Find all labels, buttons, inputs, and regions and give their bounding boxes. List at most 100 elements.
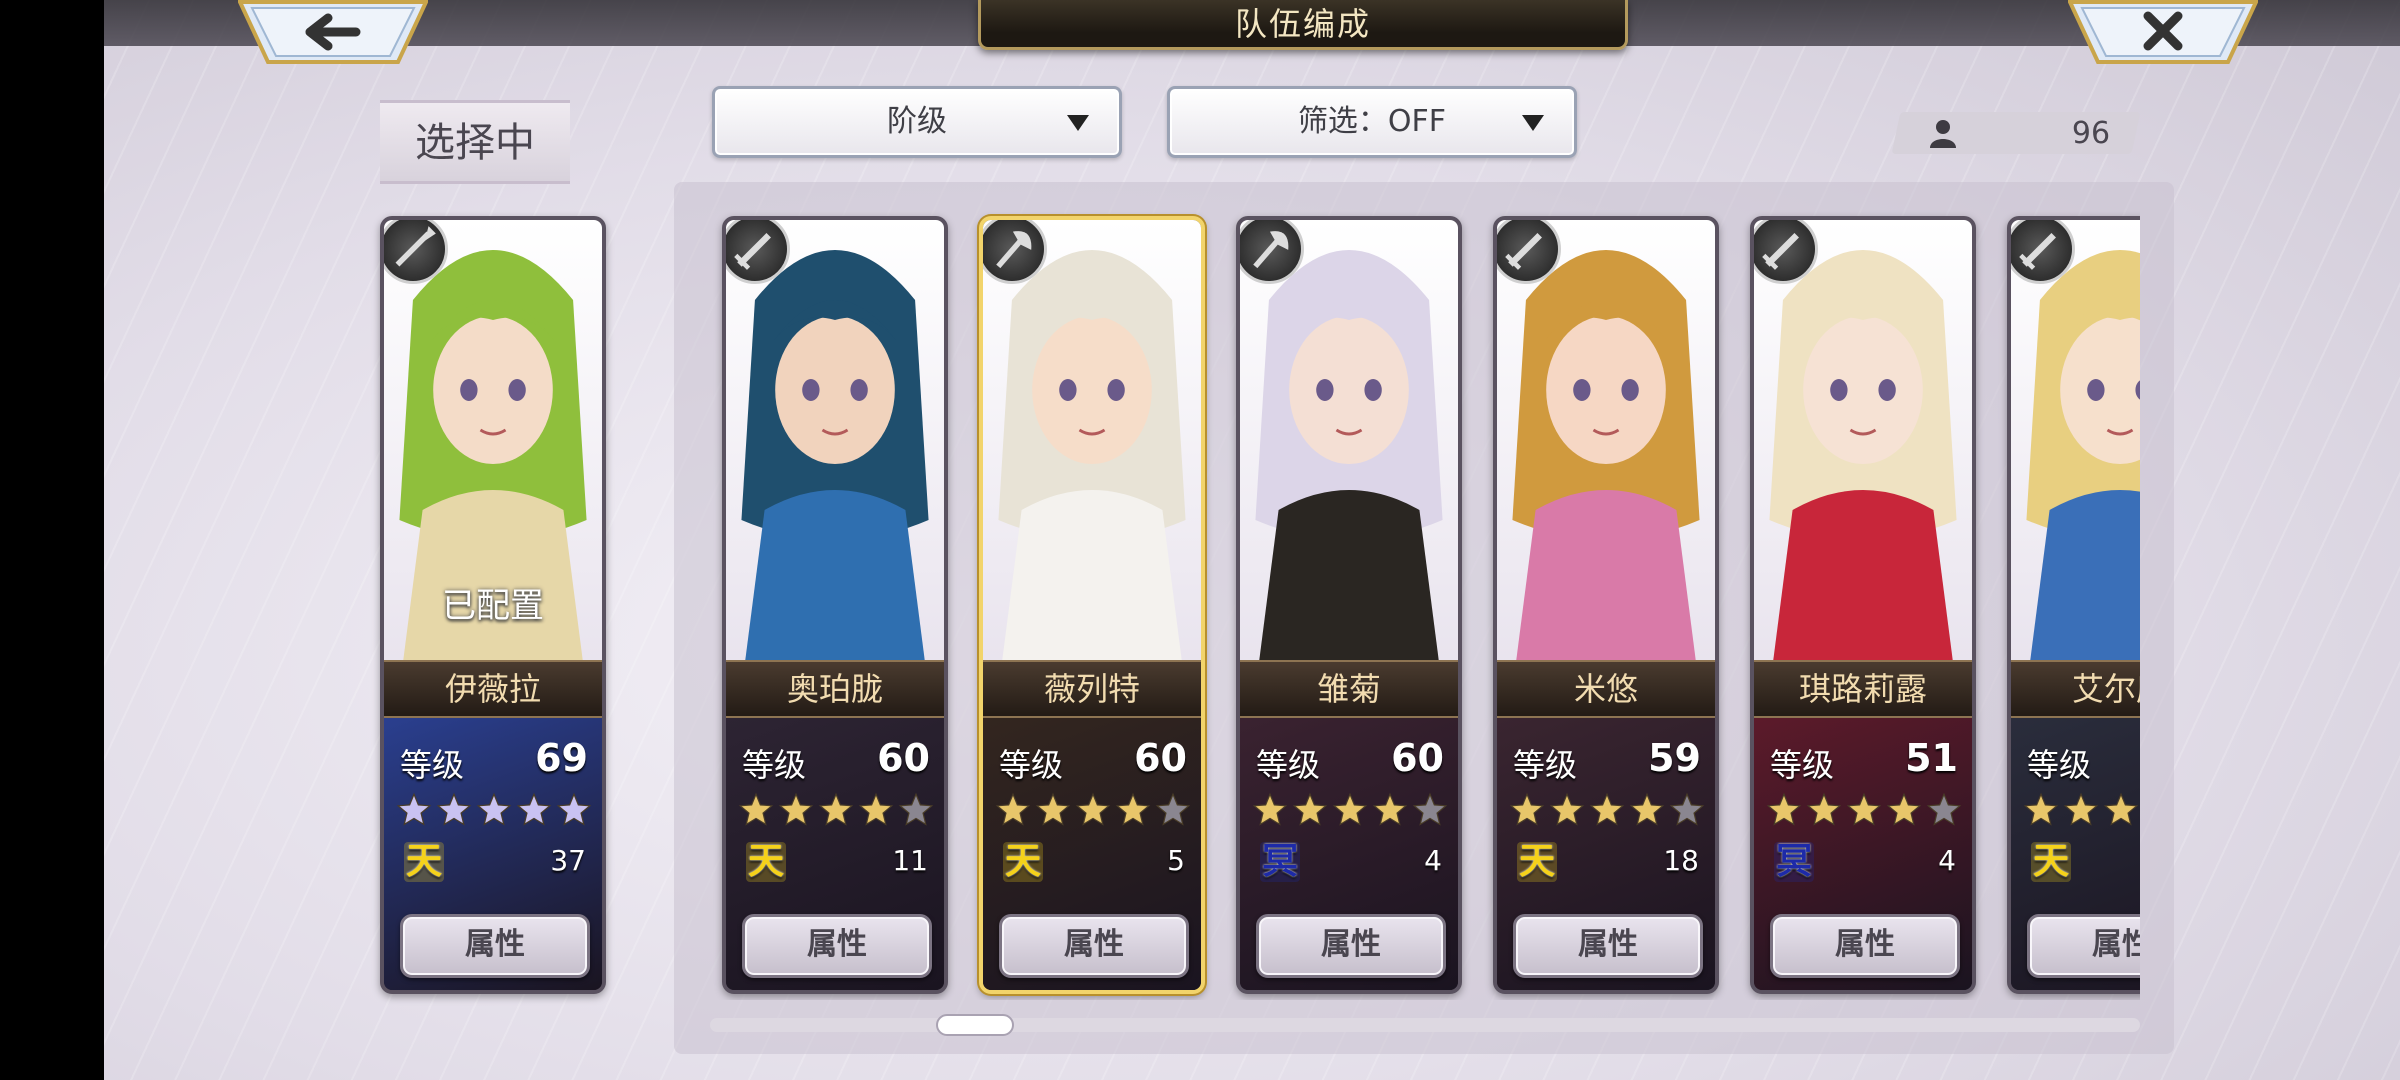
star-icon (1926, 792, 1962, 826)
star-icon (778, 792, 814, 826)
character-name: 艾尔库 (2011, 660, 2140, 718)
star-icon (858, 792, 894, 826)
character-name: 奥珀胧 (726, 660, 944, 718)
tier-count: 37 (550, 844, 586, 877)
owned-count-badge: 96 (1891, 112, 2141, 154)
character-card[interactable]: 米悠 等级 59 天 18 属性 (1493, 216, 1719, 994)
star-icon (1035, 792, 1071, 826)
spear-icon (384, 220, 448, 284)
star-icon (1549, 792, 1585, 826)
rarity-stars (396, 792, 592, 828)
level-label: 等级 (1256, 746, 1321, 784)
star-icon (1115, 792, 1151, 826)
star-icon (516, 792, 552, 826)
star-icon (476, 792, 512, 826)
star-icon (818, 792, 854, 826)
tier-icon: 天 (402, 840, 446, 884)
roster-list[interactable]: 奥珀胧 等级 60 天 11 属性 薇列特 等级 60 天 5 属性 雏菊 等级 60 冥 4 属性 米悠 等级 59 天… (710, 210, 2140, 1000)
rarity-stars (1766, 792, 1962, 828)
level-label: 等级 (999, 746, 1064, 784)
level-value: 69 (535, 736, 588, 780)
attributes-button[interactable]: 属性 (999, 914, 1189, 978)
level-label: 等级 (2027, 746, 2092, 784)
character-card[interactable]: 艾尔库等级天属性 (2007, 216, 2140, 994)
star-icon (1155, 792, 1191, 826)
star-icon (2063, 792, 2099, 826)
tier-label: 冥 (1261, 841, 1298, 882)
character-stats: 等级 69 天 37 属性 (384, 718, 602, 990)
level-value: 59 (1648, 736, 1701, 780)
level-value: 60 (1134, 736, 1187, 780)
star-icon (1846, 792, 1882, 826)
axe-icon (983, 220, 1047, 284)
star-icon (1509, 792, 1545, 826)
tier-label: 天 (2032, 841, 2069, 882)
level-label: 等级 (400, 746, 465, 784)
star-icon (1332, 792, 1368, 826)
star-icon (1075, 792, 1111, 826)
level-label: 等级 (1513, 746, 1578, 784)
character-portrait (1240, 220, 1458, 660)
filter-dropdown[interactable]: 筛选：OFF (1167, 86, 1577, 158)
star-icon (1629, 792, 1665, 826)
roster-scrollbar[interactable] (710, 1018, 2140, 1032)
attributes-button[interactable]: 属性 (2027, 914, 2140, 978)
character-name: 琪路莉露 (1754, 660, 1972, 718)
character-name: 雏菊 (1240, 660, 1458, 718)
character-card[interactable]: 已配置 伊薇拉 等级 69 天 37 属性 (380, 216, 606, 994)
axe-icon (1240, 220, 1304, 284)
character-stats: 等级 60 冥 4 属性 (1240, 718, 1458, 990)
chevron-down-icon (1522, 115, 1544, 131)
filter-dropdown-label: 筛选：OFF (1297, 104, 1447, 139)
character-stats: 等级 60 天 5 属性 (983, 718, 1201, 990)
character-stats: 等级 51 冥 4 属性 (1754, 718, 1972, 990)
character-portrait (1497, 220, 1715, 660)
rarity-stars (1509, 792, 1705, 828)
star-icon (1252, 792, 1288, 826)
character-stats: 等级天属性 (2011, 718, 2140, 990)
close-icon (2066, 0, 2260, 64)
character-card[interactable]: 琪路莉露 等级 51 冥 4 属性 (1750, 216, 1976, 994)
character-card[interactable]: 薇列特 等级 60 天 5 属性 (979, 216, 1205, 994)
character-portrait (983, 220, 1201, 660)
character-name: 薇列特 (983, 660, 1201, 718)
star-icon (738, 792, 774, 826)
star-icon (396, 792, 432, 826)
chevron-down-icon (1067, 115, 1089, 131)
sword-icon (1497, 220, 1561, 284)
star-icon (898, 792, 934, 826)
close-button[interactable] (2066, 0, 2260, 64)
star-icon (1589, 792, 1625, 826)
roster-scroll-thumb[interactable] (936, 1014, 1014, 1036)
tier-count: 18 (1663, 844, 1699, 877)
star-icon (995, 792, 1031, 826)
star-icon (1886, 792, 1922, 826)
character-card[interactable]: 雏菊 等级 60 冥 4 属性 (1236, 216, 1462, 994)
sort-dropdown[interactable]: 阶级 (712, 86, 1122, 158)
star-icon (436, 792, 472, 826)
back-arrow-icon (236, 0, 430, 64)
selected-section-label: 选择中 (380, 100, 570, 184)
tier-count: 5 (1167, 844, 1185, 877)
tier-icon: 天 (2029, 840, 2073, 884)
tier-count: 4 (1938, 844, 1956, 877)
tier-icon: 天 (1515, 840, 1559, 884)
sort-dropdown-label: 阶级 (887, 104, 947, 139)
attributes-button[interactable]: 属性 (1513, 914, 1703, 978)
attributes-button[interactable]: 属性 (1770, 914, 1960, 978)
tier-label: 天 (405, 841, 442, 882)
attributes-button[interactable]: 属性 (400, 914, 590, 978)
character-stats: 等级 59 天 18 属性 (1497, 718, 1715, 990)
back-button[interactable] (236, 0, 430, 64)
sword-icon (726, 220, 790, 284)
rarity-stars (995, 792, 1191, 828)
person-icon (1930, 120, 1956, 148)
attributes-button[interactable]: 属性 (1256, 914, 1446, 978)
selected-card-slot: 已配置 伊薇拉 等级 69 天 37 属性 (376, 210, 614, 1000)
character-card[interactable]: 奥珀胧 等级 60 天 11 属性 (722, 216, 948, 994)
level-value: 60 (1391, 736, 1444, 780)
star-icon (1669, 792, 1705, 826)
level-label: 等级 (742, 746, 807, 784)
attributes-button[interactable]: 属性 (742, 914, 932, 978)
character-portrait (2011, 220, 2140, 660)
